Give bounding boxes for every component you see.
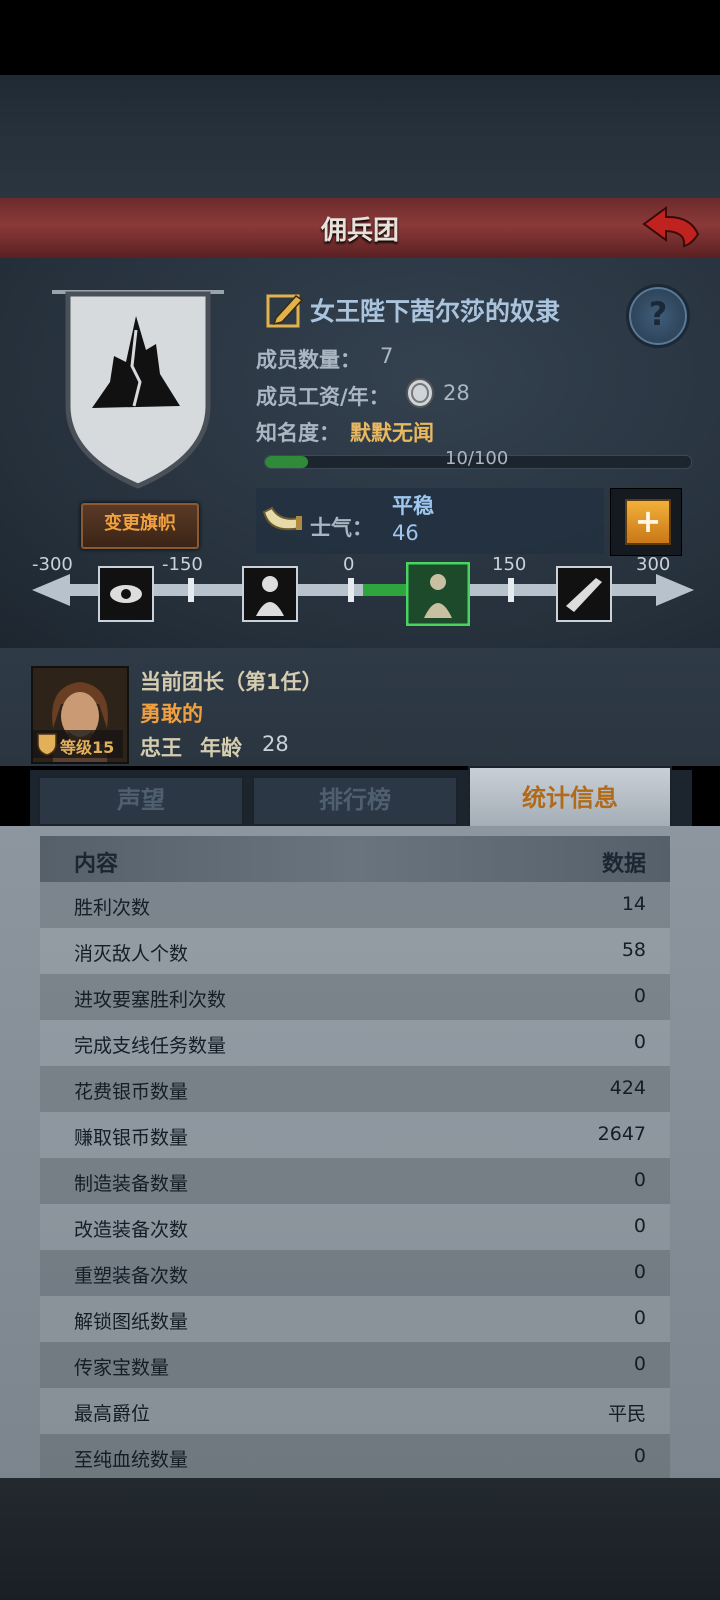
help-icon: ? xyxy=(648,295,668,333)
row-label: 解锁图纸数量 xyxy=(74,1311,189,1333)
scale-tick-label: -300 xyxy=(32,554,73,575)
row-label: 消灭敌人个数 xyxy=(74,943,189,965)
leader-title: 当前团长（第1任） xyxy=(140,670,323,694)
scale-tick-label: 150 xyxy=(492,554,527,575)
top-background xyxy=(0,75,720,198)
row-value: 58 xyxy=(621,939,646,961)
table-row: 花费银币数量 424 xyxy=(40,1066,670,1112)
morale-status: 平稳 xyxy=(392,494,434,518)
leader-age: 28 xyxy=(262,732,289,756)
table-row: 胜利次数 14 xyxy=(40,882,670,928)
morale-value: 46 xyxy=(392,521,419,545)
row-label: 赚取银币数量 xyxy=(74,1127,189,1149)
scale-tick-label: 300 xyxy=(636,554,671,575)
row-label: 重塑装备次数 xyxy=(74,1265,189,1287)
fame-progress-fill xyxy=(265,456,308,468)
add-morale-button[interactable]: + xyxy=(625,499,671,545)
row-value: 0 xyxy=(633,1261,646,1283)
wage-value: 28 xyxy=(443,381,470,405)
row-value: 2647 xyxy=(597,1123,646,1145)
confident-icon xyxy=(556,566,612,622)
fame-label: 知名度： xyxy=(256,421,340,445)
help-button[interactable]: ? xyxy=(626,284,690,348)
plus-button-frame: + xyxy=(610,488,682,556)
change-flag-button[interactable]: 变更旗帜 xyxy=(81,503,199,549)
column-data-header: 数据 xyxy=(601,852,646,877)
title-bar: 佣兵团 xyxy=(0,198,720,260)
panic-icon xyxy=(98,566,154,622)
row-value: 0 xyxy=(633,1215,646,1237)
table-row: 重塑装备次数 0 xyxy=(40,1250,670,1296)
table-row: 至纯血统数量 0 xyxy=(40,1434,670,1478)
morale-label: 士气： xyxy=(310,516,373,540)
wage-label: 成员工资/年： xyxy=(256,385,390,409)
plus-icon: + xyxy=(634,502,662,540)
table-row: 最高爵位 平民 xyxy=(40,1388,670,1434)
fame-progress-text: 10/100 xyxy=(445,448,509,469)
level-text: 等级15 xyxy=(60,738,115,757)
table-row: 进攻要塞胜利次数 0 xyxy=(40,974,670,1020)
leader-trait: 勇敢的 xyxy=(140,702,203,726)
tab-ranking[interactable]: 排行榜 xyxy=(252,776,458,826)
row-label: 进攻要塞胜利次数 xyxy=(74,989,227,1011)
row-value: 0 xyxy=(633,1307,646,1329)
tab-bar: 声望 排行榜 统计信息 xyxy=(30,766,692,830)
table-row: 改造装备次数 0 xyxy=(40,1204,670,1250)
shield-icon xyxy=(37,733,57,756)
row-value: 424 xyxy=(609,1077,646,1099)
morale-current-zone xyxy=(363,584,408,596)
page-title: 佣兵团 xyxy=(320,216,399,246)
fame-value: 默默无闻 xyxy=(350,421,434,445)
row-value: 平民 xyxy=(607,1403,646,1425)
morale-scale: -300 -150 0 150 300 xyxy=(30,554,696,636)
table-row: 制造装备数量 0 xyxy=(40,1158,670,1204)
column-content-header: 内容 xyxy=(74,852,119,877)
table-row: 解锁图纸数量 0 xyxy=(40,1296,670,1342)
row-label: 花费银币数量 xyxy=(74,1081,189,1103)
row-label: 传家宝数量 xyxy=(74,1357,170,1379)
row-label: 制造装备数量 xyxy=(74,1173,189,1195)
row-label: 胜利次数 xyxy=(74,897,151,919)
guild-name: 女王陛下茜尔莎的奴隶 xyxy=(310,297,561,326)
scale-tick-label: 0 xyxy=(343,554,355,575)
change-flag-label: 变更旗帜 xyxy=(104,513,176,534)
table-row: 消灭敌人个数 58 xyxy=(40,928,670,974)
edit-name-icon[interactable] xyxy=(264,290,306,332)
row-value: 0 xyxy=(633,1445,646,1467)
row-label: 至纯血统数量 xyxy=(74,1449,189,1471)
row-value: 0 xyxy=(633,985,646,1007)
leader-loyalty: 忠王 xyxy=(140,736,182,760)
row-label: 完成支线任务数量 xyxy=(74,1035,227,1057)
scale-tick-label: -150 xyxy=(162,554,203,575)
row-label: 最高爵位 xyxy=(74,1403,151,1425)
table-row: 完成支线任务数量 0 xyxy=(40,1020,670,1066)
leader-age-label: 年龄 xyxy=(200,736,242,760)
guild-banner-icon xyxy=(52,290,224,489)
members-label: 成员数量： xyxy=(256,348,361,372)
row-value: 0 xyxy=(633,1169,646,1191)
row-value: 0 xyxy=(633,1353,646,1375)
table-row: 传家宝数量 0 xyxy=(40,1342,670,1388)
row-value: 0 xyxy=(633,1031,646,1053)
horn-icon xyxy=(262,506,302,531)
back-arrow-icon[interactable] xyxy=(640,204,702,250)
tab-statistics[interactable]: 统计信息 xyxy=(468,766,672,830)
members-value: 7 xyxy=(380,344,394,368)
bottom-background xyxy=(0,1478,720,1600)
despair-icon xyxy=(242,566,298,622)
silver-coin-icon xyxy=(406,378,434,408)
table-header: 内容 数据 xyxy=(40,836,670,882)
statistics-table: 内容 数据 胜利次数 14 消灭敌人个数 58 进攻要塞胜利次数 0 完成支线任务数量… xyxy=(0,826,720,1478)
row-value: 14 xyxy=(621,893,646,915)
steady-icon xyxy=(406,562,470,626)
table-row: 赚取银币数量 2647 xyxy=(40,1112,670,1158)
row-label: 改造装备次数 xyxy=(74,1219,189,1241)
tab-reputation[interactable]: 声望 xyxy=(38,776,244,826)
